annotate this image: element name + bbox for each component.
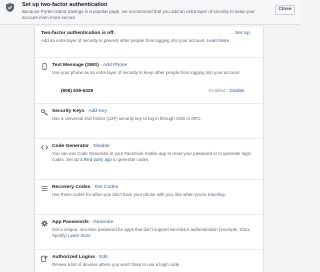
gear-icon [41, 220, 48, 227]
phone-status: Enabled · Disable [209, 88, 245, 93]
security-keys-section: Security Keys · Add Key Use a Universal … [35, 103, 265, 136]
code-generator-title: Code Generator [52, 144, 89, 149]
app-passwords-title: App Passwords [52, 220, 89, 225]
authorized-logins-title-row: Authorized Logins · Edit [52, 255, 108, 260]
recovery-codes-title-row: Recovery Codes · Get Codes [52, 185, 118, 190]
code-generator-title-row: Code Generator · Disable [52, 144, 110, 149]
code-icon [41, 145, 48, 150]
page-title: Set up two-factor authentication [22, 2, 108, 8]
security-prompt-header: Set up two-factor authentication Because… [0, 0, 300, 25]
recovery-codes-section: Recovery Codes · Get Codes Use these cod… [35, 179, 265, 212]
app-passwords-title-row: App Passwords · Generate [52, 220, 113, 225]
list-icon [41, 186, 48, 191]
two-factor-settings-panel: Two-factor authentication is off. Set Up… [34, 27, 265, 272]
edit-authorized-logins-link[interactable]: Edit [99, 255, 107, 260]
app-passwords-learn-more-link[interactable]: Learn more [68, 233, 90, 238]
authorized-logins-title: Authorized Logins [52, 255, 95, 260]
app-passwords-description: Get a unique, one-time password for apps… [52, 227, 252, 239]
security-keys-description: Use a Universal 2nd Factor (U2F) securit… [52, 116, 202, 121]
add-phone-link[interactable]: Add Phone [103, 63, 127, 68]
phone-status-label: Enabled [209, 88, 226, 93]
recovery-codes-title: Recovery Codes [52, 185, 91, 190]
recovery-codes-description: Use these codes for when you don't have … [52, 192, 226, 197]
two-factor-description: Add an extra layer of security to preven… [41, 38, 246, 44]
sms-title-row: Text Message (SMS) · Add Phone [52, 63, 127, 68]
authorized-logins-description: Review a list of devices where you won't… [52, 262, 180, 267]
generate-link[interactable]: Generate [93, 220, 113, 225]
key-icon [41, 109, 48, 116]
setup-link[interactable]: Set Up [235, 31, 250, 36]
security-keys-title: Security Keys [52, 109, 85, 114]
sms-description: Use your phone as an extra layer of secu… [52, 70, 241, 75]
page-description: Because Porter Island Savings is a popul… [22, 9, 255, 20]
phone-icon [42, 63, 47, 70]
learn-more-link[interactable]: Learn More [207, 38, 229, 43]
two-factor-status-title: Two-factor authentication is off. [41, 31, 115, 36]
app-passwords-section: App Passwords · Generate Get a unique, o… [35, 214, 265, 247]
disable-code-generator-link[interactable]: Disable [93, 144, 109, 149]
third-party-app-link[interactable]: third party app [84, 157, 112, 162]
device-check-icon [41, 255, 48, 262]
close-button[interactable]: Close [275, 5, 295, 15]
two-factor-description-text: Add an extra layer of security to preven… [41, 38, 206, 43]
authorized-logins-section: Authorized Logins · Edit Review a list o… [35, 249, 265, 272]
security-keys-title-row: Security Keys · Add Key [52, 109, 107, 114]
sms-title: Text Message (SMS) [52, 63, 99, 68]
code-generator-description-text: You can use Code Generator in your Faceb… [52, 151, 251, 163]
sms-section: Text Message (SMS) · Add Phone Use your … [35, 57, 265, 101]
phone-number: (808) 639-6328 [61, 88, 94, 93]
two-factor-status-section: Two-factor authentication is off. Set Up… [35, 27, 265, 55]
disable-phone-link[interactable]: Disable [230, 88, 245, 93]
code-generator-description-end: to generate codes. [113, 157, 150, 163]
code-generator-description: You can use Code Generator in your Faceb… [52, 151, 257, 163]
shield-icon [6, 3, 14, 12]
get-codes-link[interactable]: Get Codes [95, 185, 118, 190]
add-key-link[interactable]: Add Key [88, 109, 107, 114]
code-generator-section: Code Generator · Disable You can use Cod… [35, 138, 265, 177]
